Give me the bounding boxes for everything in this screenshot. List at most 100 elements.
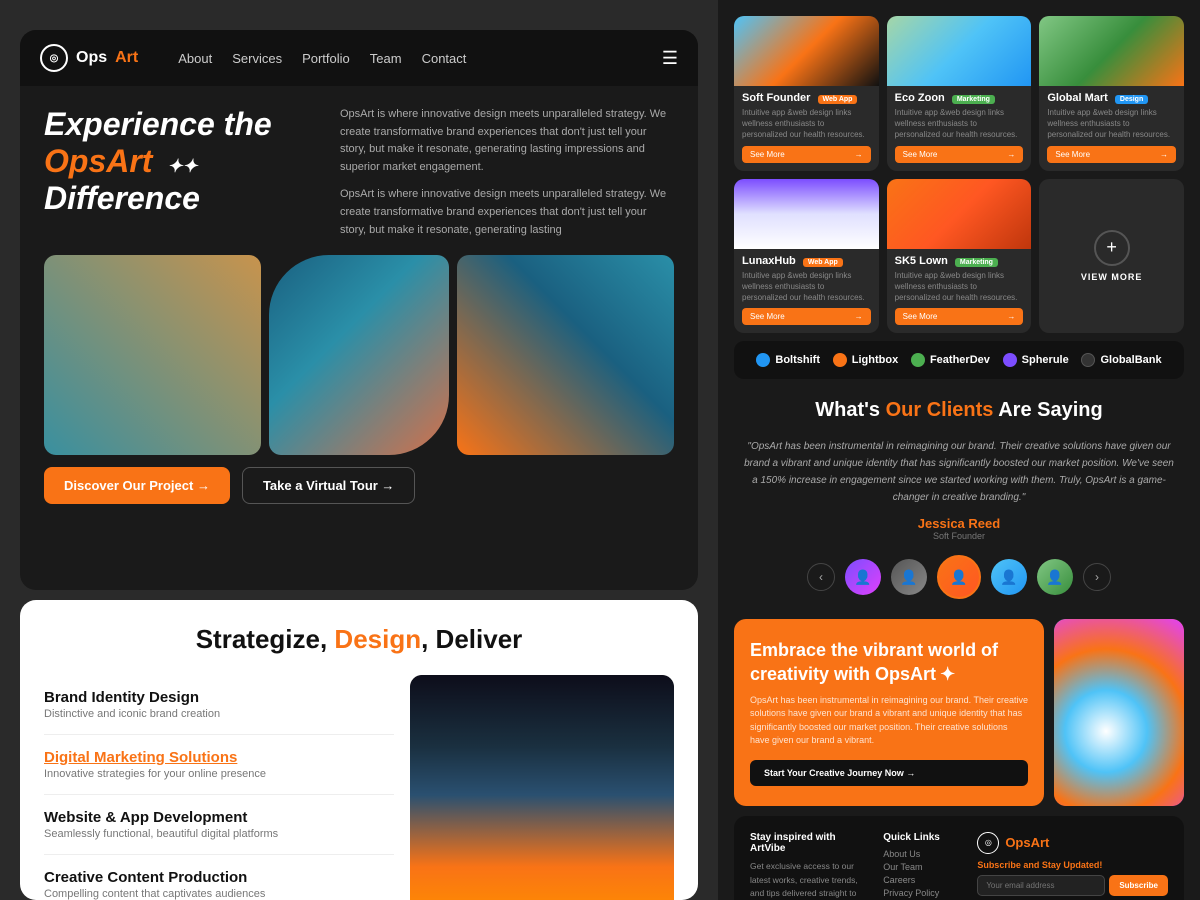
logos-bar: Boltshift Lightbox FeatherDev Spherule G…: [734, 341, 1184, 379]
avatar-1[interactable]: 👤: [845, 559, 881, 595]
test-heading-1: What's: [815, 399, 885, 421]
arrow-icon-4: →: [855, 312, 863, 321]
right-panel: Soft Founder Web App Intuitive app &web …: [718, 0, 1200, 900]
testimonial-heading: What's Our Clients Are Saying: [734, 399, 1184, 422]
right-scroll-content: Soft Founder Web App Intuitive app &web …: [718, 0, 1200, 900]
hamburger-icon[interactable]: ☰: [662, 48, 678, 69]
hero-title-line3: Difference: [44, 180, 200, 216]
footer-link-about[interactable]: About Us: [883, 849, 961, 859]
testimonial-name: Jessica Reed: [734, 516, 1184, 531]
plus-icon: +: [1094, 230, 1130, 266]
footer: Stay inspired with ArtVibe Get exclusive…: [734, 816, 1184, 900]
service-title-1: Brand Identity Design: [44, 689, 394, 706]
port-btn-1-label: See More: [750, 150, 785, 159]
bottom-section: Strategize, Design, Deliver Brand Identi…: [20, 600, 698, 900]
featherdev-icon: [911, 353, 925, 367]
test-heading-2: Are Saying: [993, 399, 1102, 421]
boltshift-icon: [756, 353, 770, 367]
port-btn-5[interactable]: See More→: [895, 308, 1024, 325]
hero-desc1: OpsArt is where innovative design meets …: [340, 106, 674, 176]
nav-contact[interactable]: Contact: [422, 51, 467, 66]
nav-links: About Services Portfolio Team Contact: [178, 51, 466, 66]
footer-col-2: Quick Links About Us Our Team Careers Pr…: [883, 832, 961, 900]
view-more-label: VIEW MORE: [1081, 272, 1143, 282]
portfolio-card-5: SK5 Lown Marketing Intuitive app &web de…: [887, 179, 1032, 334]
hero-title: Experience the OpsArt ✦✦ Difference: [44, 106, 324, 216]
logo-featherdev: FeatherDev: [911, 353, 990, 367]
hero-image-2-inner: [269, 255, 449, 455]
service-item-1[interactable]: Brand Identity Design Distinctive and ic…: [44, 675, 394, 735]
next-arrow[interactable]: ›: [1083, 563, 1111, 591]
avatar-3-active[interactable]: 👤: [937, 555, 981, 599]
subscribe-input[interactable]: [977, 875, 1105, 896]
nav-services[interactable]: Services: [232, 51, 282, 66]
portfolio-card-2: Eco Zoon Marketing Intuitive app &web de…: [887, 16, 1032, 171]
nav-team[interactable]: Team: [370, 51, 402, 66]
left-panel: ◎ OpsArt About Services Portfolio Team C…: [0, 0, 718, 900]
nav-portfolio[interactable]: Portfolio: [302, 51, 350, 66]
view-more-card[interactable]: + VIEW MORE: [1039, 179, 1184, 334]
port-btn-1[interactable]: See More→: [742, 146, 871, 163]
port-thumb-3: [1039, 16, 1184, 86]
hero-buttons: Discover Our Project → Take a Virtual To…: [44, 467, 674, 504]
logo[interactable]: ◎ OpsArt: [40, 44, 138, 72]
port-info-4: LunaxHub Web App Intuitive app &web desi…: [734, 249, 879, 334]
footer-logo-text: OpsArt: [1005, 835, 1049, 850]
hero-desc2: OpsArt is where innovative design meets …: [340, 186, 674, 239]
port-name-5: SK5 Lown Marketing: [895, 255, 1024, 267]
cta-title-embrace: Embrace: [750, 640, 826, 660]
service-item-4[interactable]: Creative Content Production Compelling c…: [44, 855, 394, 900]
virtual-tour-button[interactable]: Take a Virtual Tour →: [242, 467, 415, 504]
port-desc-5: Intuitive app &web design links wellness…: [895, 270, 1024, 304]
navbar: ◎ OpsArt About Services Portfolio Team C…: [20, 30, 698, 86]
port-thumb-4: [734, 179, 879, 249]
testimonial-quote: "OpsArt has been instrumental in reimagi…: [734, 438, 1184, 506]
hero-image-1-inner: [44, 255, 261, 455]
subscribe-label: Subscribe and Stay Updated!: [977, 860, 1168, 870]
footer-link-careers[interactable]: Careers: [883, 875, 961, 885]
boltshift-label: Boltshift: [775, 354, 820, 366]
nav-about[interactable]: About: [178, 51, 212, 66]
cta-journey-button[interactable]: Start Your Creative Journey Now →: [750, 760, 1028, 786]
footer-col-3: ◎ OpsArt Subscribe and Stay Updated! Sub…: [977, 832, 1168, 900]
port-name-3: Global Mart Design: [1047, 92, 1176, 104]
port-btn-2[interactable]: See More→: [895, 146, 1024, 163]
subscribe-button[interactable]: Subscribe: [1109, 875, 1168, 896]
avatar-5[interactable]: 👤: [1037, 559, 1073, 595]
port-btn-2-label: See More: [903, 150, 938, 159]
discover-button[interactable]: Discover Our Project →: [44, 467, 230, 504]
port-info-5: SK5 Lown Marketing Intuitive app &web de…: [887, 249, 1032, 334]
service-desc-3: Seamlessly functional, beautiful digital…: [44, 828, 394, 840]
service-item-3[interactable]: Website & App Development Seamlessly fun…: [44, 795, 394, 855]
lightbox-icon: [833, 353, 847, 367]
globalbank-label: GlobalBank: [1100, 354, 1161, 366]
subscribe-row: Subscribe: [977, 875, 1168, 896]
browser-card: ◎ OpsArt About Services Portfolio Team C…: [20, 30, 698, 590]
hero-description: OpsArt is where innovative design meets …: [340, 106, 674, 239]
portfolio-card-3: Global Mart Design Intuitive app &web de…: [1039, 16, 1184, 171]
portfolio-card-1: Soft Founder Web App Intuitive app &web …: [734, 16, 879, 171]
test-heading-orange: Our Clients: [886, 399, 994, 421]
port-btn-3[interactable]: See More→: [1047, 146, 1176, 163]
footer-link-privacy[interactable]: Privacy Policy: [883, 888, 961, 898]
service-item-2[interactable]: Digital Marketing Solutions Innovative s…: [44, 735, 394, 795]
port-badge-2: Marketing: [952, 95, 995, 104]
avatar-2[interactable]: 👤: [891, 559, 927, 595]
logo-spherule: Spherule: [1003, 353, 1069, 367]
port-name-2: Eco Zoon Marketing: [895, 92, 1024, 104]
globalbank-icon: [1081, 353, 1095, 367]
testimonials-section: What's Our Clients Are Saying "OpsArt ha…: [718, 379, 1200, 619]
port-desc-3: Intuitive app &web design links wellness…: [1047, 107, 1176, 141]
service-image: [410, 675, 674, 900]
prev-arrow[interactable]: ‹: [807, 563, 835, 591]
logo-art: Art: [115, 49, 138, 67]
port-badge-5: Marketing: [955, 258, 998, 267]
avatar-4[interactable]: 👤: [991, 559, 1027, 595]
port-badge-1: Web App: [818, 95, 858, 104]
hero-images: [44, 255, 674, 455]
hero-image-2: [269, 255, 449, 455]
port-btn-4[interactable]: See More→: [742, 308, 871, 325]
footer-link-team[interactable]: Our Team: [883, 862, 961, 872]
port-badge-3: Design: [1115, 95, 1148, 104]
portfolio-card-4: LunaxHub Web App Intuitive app &web desi…: [734, 179, 879, 334]
